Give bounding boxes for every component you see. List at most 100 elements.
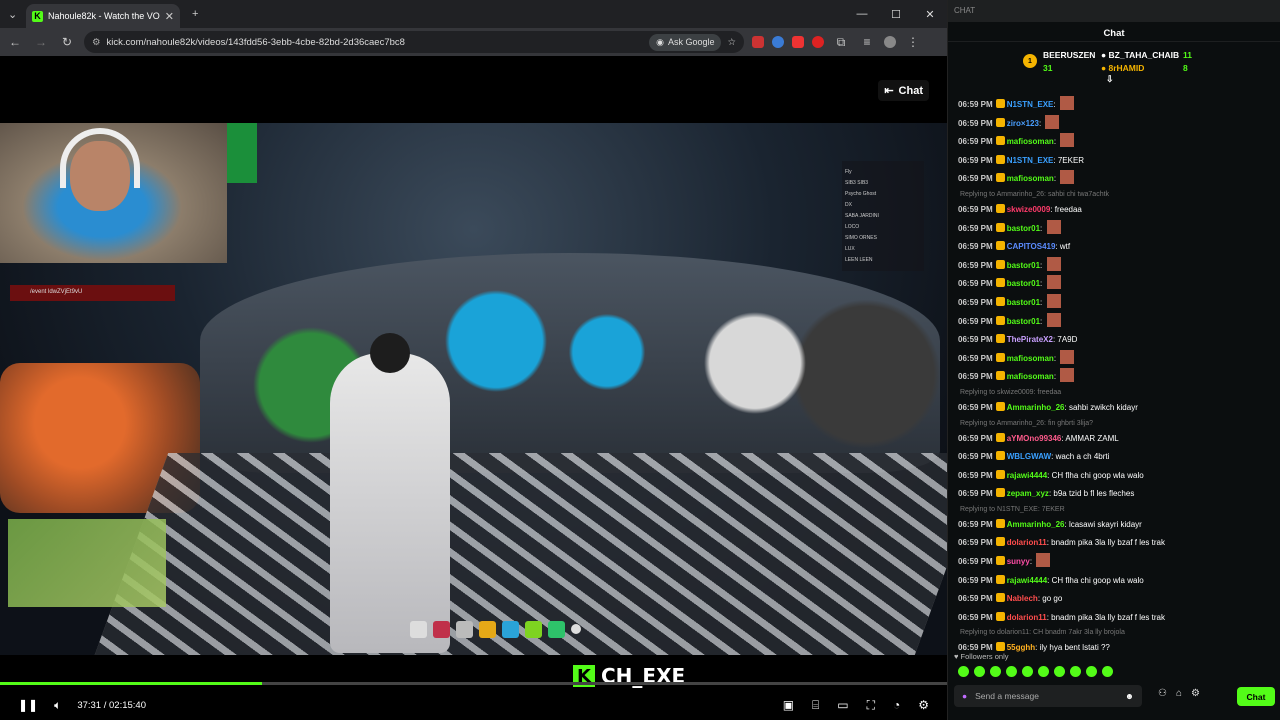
miniplayer-icon[interactable]: ▣ — [783, 698, 794, 712]
message-username[interactable]: Ammarinho_26 — [1007, 520, 1065, 529]
pinned-expand-icon[interactable]: ⇩ — [1106, 74, 1114, 85]
send-chat-button[interactable]: Chat — [1237, 687, 1275, 706]
user-badge-icon — [995, 99, 1005, 108]
message-username[interactable]: bastor01 — [1007, 279, 1040, 288]
message-username[interactable]: rajawi4444 — [1007, 471, 1047, 480]
message-username[interactable]: bastor01 — [1007, 317, 1040, 326]
maximize-icon[interactable]: ☐ — [879, 0, 913, 28]
message-username[interactable]: bastor01 — [1007, 298, 1040, 307]
hud-hunger-icon — [479, 621, 496, 638]
pause-icon[interactable]: ❚❚ — [18, 698, 38, 712]
message-username[interactable]: aYMOno99346 — [1007, 434, 1062, 443]
emote-icon[interactable] — [1086, 666, 1097, 677]
game-player-list: Fly SIB3 SIB3 Psycho Ghost DX SABA JARDINI LO… — [842, 161, 924, 271]
message-username[interactable]: ziro×123 — [1007, 119, 1039, 128]
media-controls-icon[interactable]: ≡ — [858, 35, 876, 49]
emote-icon[interactable] — [958, 666, 969, 677]
message-time: 06:59 PM — [958, 223, 993, 233]
message-username[interactable]: zepam_xyz — [1007, 489, 1049, 498]
message-username[interactable]: 55gghh — [1007, 643, 1035, 652]
message-username[interactable]: dolarion11 — [1007, 613, 1047, 622]
extension-icon[interactable] — [812, 36, 824, 48]
message-username[interactable]: mafiosoman — [1007, 137, 1054, 146]
gifter-name[interactable]: BEERUSZEN — [1043, 50, 1095, 60]
toggle-chat-button[interactable]: ⇤ Chat — [878, 80, 929, 101]
chat-input-placeholder: Send a message — [975, 691, 1039, 701]
browser-menu-icon[interactable]: ⋮ — [904, 35, 922, 49]
tab-search-icon[interactable]: ⌄ — [8, 8, 17, 21]
message-username[interactable]: mafiosoman — [1007, 354, 1054, 363]
message-username[interactable]: Nablech — [1007, 594, 1038, 603]
message-username[interactable]: ThePirateX2 — [1007, 335, 1053, 344]
store-icon[interactable]: ⌂ — [1176, 688, 1182, 699]
back-icon[interactable]: ← — [6, 35, 24, 49]
message-username[interactable]: WBLGWAW — [1007, 452, 1051, 461]
message-time: 06:59 PM — [958, 519, 993, 529]
progress-bar[interactable] — [0, 682, 947, 685]
emoji-icon[interactable]: ☻ — [1125, 691, 1134, 701]
gifter-name-text: BZ_TAHA_CHAIB — [1108, 50, 1180, 60]
playback-speed-icon[interactable]: ◔ — [893, 698, 900, 712]
emote-icon[interactable] — [1038, 666, 1049, 677]
fullscreen-icon[interactable]: ⛶ — [867, 698, 875, 713]
site-info-icon[interactable]: ⚙ — [92, 37, 101, 48]
reply-context: Replying to Ammarinho_26: fin ghbrti 3li… — [960, 419, 1094, 427]
ask-google-button[interactable]: ◉ Ask Google — [649, 33, 722, 51]
users-icon[interactable]: ⚇ — [1158, 688, 1167, 699]
message-username[interactable]: bastor01 — [1007, 261, 1040, 270]
close-tab-icon[interactable]: ✕ — [165, 10, 174, 23]
message-username[interactable]: CAPITOS419 — [1007, 242, 1056, 251]
extension-icon[interactable] — [772, 36, 784, 48]
video-frame[interactable]: /event ldwZVjEt9vU Fly SIB3 SIB3 Psycho Gh… — [0, 123, 947, 655]
close-window-icon[interactable]: ✕ — [913, 0, 947, 28]
message-username[interactable]: dolarion11 — [1007, 538, 1047, 547]
emote-icon[interactable] — [990, 666, 1001, 677]
volume-icon[interactable]: 🔈︎ — [54, 698, 61, 713]
emote-icon[interactable] — [1006, 666, 1017, 677]
bookmark-star-icon[interactable]: ☆ — [727, 37, 736, 48]
mic-icon[interactable]: ● — [962, 691, 967, 701]
chat-message-input[interactable]: ● Send a message ☻ — [954, 685, 1142, 707]
message-username[interactable]: N1STN_EXE — [1007, 156, 1054, 165]
emote-image — [1046, 312, 1061, 327]
message-username[interactable]: rajawi4444 — [1007, 576, 1047, 585]
chat-message: 06:59 PM Nablech: go go — [948, 590, 1280, 609]
user-badge-icon — [995, 371, 1005, 381]
extension-icon[interactable] — [792, 36, 804, 48]
video-player[interactable]: ⇤ Chat /event ldwZVjEt9vU Fly SIB3 SIB3 Ps… — [0, 56, 947, 720]
emote-icon[interactable] — [1070, 666, 1081, 677]
emote-icon[interactable] — [1054, 666, 1065, 677]
profile-avatar[interactable] — [884, 36, 896, 48]
message-username[interactable]: mafiosoman — [1007, 174, 1054, 183]
reply-context: Replying to dolarion11: CH bnadm 7akr 3l… — [960, 629, 1125, 637]
forward-icon[interactable]: → — [32, 35, 50, 49]
clip-icon[interactable]: ⌸ — [812, 698, 819, 713]
emote-icon[interactable] — [1022, 666, 1033, 677]
extension-icon[interactable] — [752, 36, 764, 48]
gifter-name[interactable]: ● 8rHAMID — [1101, 63, 1144, 73]
emote-icon[interactable] — [974, 666, 985, 677]
ask-google-label: Ask Google — [667, 37, 715, 47]
emote-icon[interactable] — [1102, 666, 1113, 677]
settings-gear-icon[interactable]: ⚙ — [918, 698, 929, 712]
minimize-icon[interactable]: — — [845, 0, 879, 28]
message-username[interactable]: Ammarinho_26 — [1007, 403, 1065, 412]
browser-tab[interactable]: K Nahoule82k - Watch the VO ✕ — [26, 4, 180, 28]
message-username[interactable]: mafiosoman — [1007, 372, 1054, 381]
message-username[interactable]: N1STN_EXE — [1007, 100, 1054, 109]
message-username[interactable]: skwize0009 — [1007, 205, 1051, 214]
message-username[interactable]: sunyy — [1007, 557, 1030, 566]
message-text: 7EKER — [1057, 155, 1085, 165]
message-username[interactable]: bastor01 — [1007, 224, 1040, 233]
theater-mode-icon[interactable]: ▭ — [837, 698, 848, 712]
reload-icon[interactable]: ↻ — [58, 35, 76, 49]
extensions-puzzle-icon[interactable]: ⧉ — [832, 35, 850, 50]
new-tab-icon[interactable]: + — [192, 8, 198, 20]
message-text: wtf — [1059, 242, 1071, 252]
user-badge-icon — [995, 488, 1005, 498]
gifter-name[interactable]: ● BZ_TAHA_CHAIB — [1101, 50, 1179, 60]
url-field[interactable]: ⚙ kick.com/nahoule82k/videos/143fdd56-3e… — [84, 31, 744, 53]
message-text: go go — [1042, 594, 1063, 604]
chat-settings-icon[interactable]: ⚙ — [1191, 688, 1200, 699]
player-list-entry: DX — [845, 202, 852, 208]
